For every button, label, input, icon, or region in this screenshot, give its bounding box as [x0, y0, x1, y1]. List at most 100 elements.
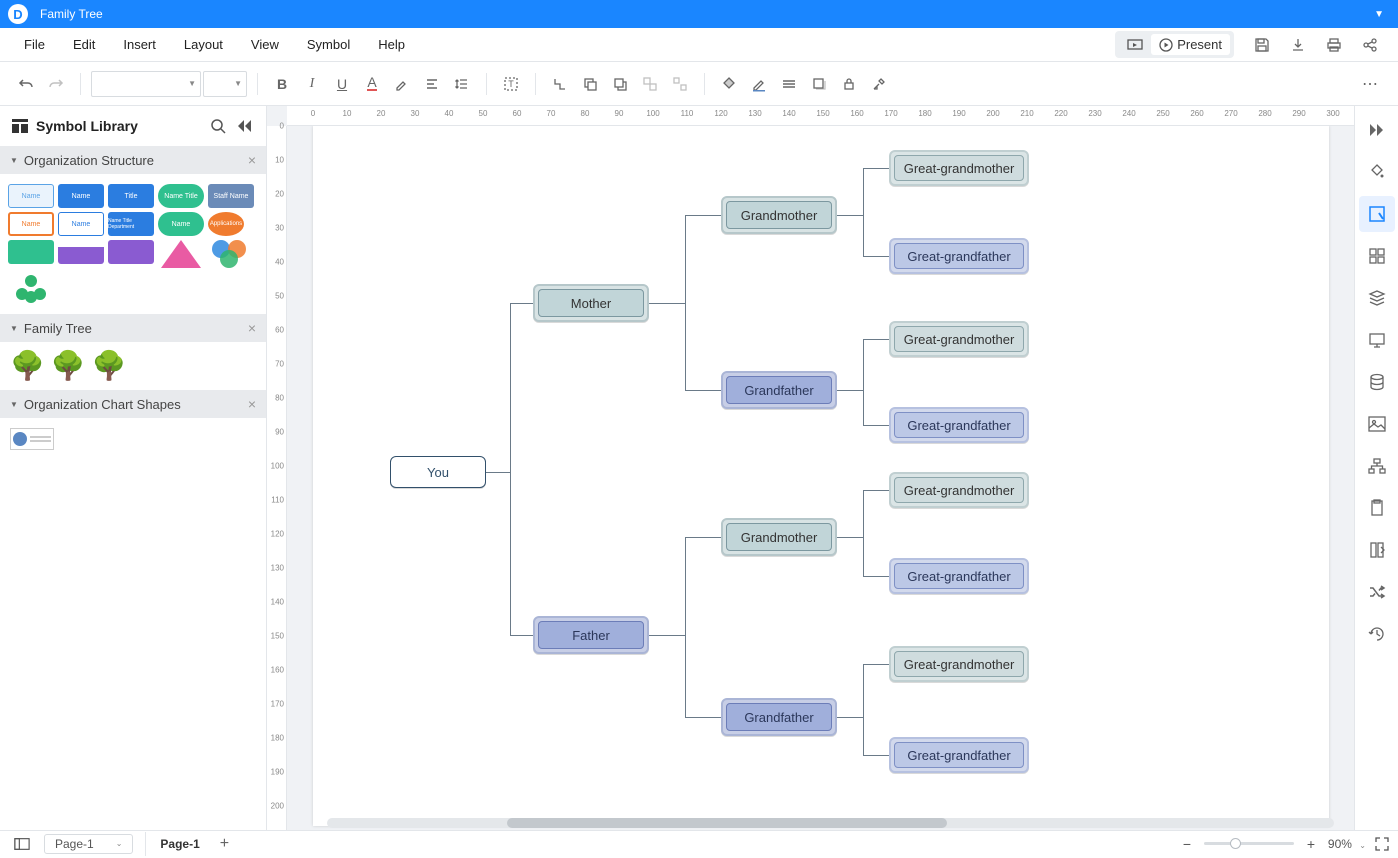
- front-button[interactable]: [576, 70, 604, 98]
- shape-thumb[interactable]: Name: [158, 212, 204, 236]
- org-chart-shape-thumb[interactable]: [10, 428, 54, 450]
- node-ggm3[interactable]: Great-grandmother: [889, 472, 1029, 508]
- text-highlight-button[interactable]: [388, 70, 416, 98]
- fill-button[interactable]: [715, 70, 743, 98]
- node-father[interactable]: Father: [533, 616, 649, 654]
- shape-thumb[interactable]: [158, 240, 204, 268]
- node-you[interactable]: You: [390, 456, 486, 488]
- node-ggf2[interactable]: Great-grandfather: [889, 407, 1029, 443]
- shape-thumb[interactable]: Title: [108, 184, 154, 208]
- line-spacing-button[interactable]: [448, 70, 476, 98]
- redo-button[interactable]: [42, 70, 70, 98]
- zoom-slider-knob[interactable]: [1230, 838, 1241, 849]
- tools-button[interactable]: [865, 70, 893, 98]
- menu-file[interactable]: File: [10, 37, 59, 52]
- underline-button[interactable]: U: [328, 70, 356, 98]
- shape-thumb[interactable]: [208, 240, 250, 268]
- shape-thumb[interactable]: Applications: [208, 212, 244, 236]
- shape-thumb[interactable]: Staff Name: [208, 184, 254, 208]
- shape-thumb[interactable]: Name: [8, 184, 54, 208]
- data-icon[interactable]: [1359, 364, 1395, 400]
- save-icon[interactable]: [1250, 33, 1274, 57]
- text-color-button[interactable]: A: [358, 70, 386, 98]
- slideshow-button[interactable]: [1119, 35, 1151, 55]
- node-ggm1[interactable]: Great-grandmother: [889, 150, 1029, 186]
- align-button[interactable]: [418, 70, 446, 98]
- zoom-slider[interactable]: [1204, 842, 1294, 845]
- add-page-button[interactable]: +: [210, 832, 239, 856]
- clipboard-icon[interactable]: [1359, 490, 1395, 526]
- print-icon[interactable]: [1322, 33, 1346, 57]
- shadow-button[interactable]: [805, 70, 833, 98]
- close-icon[interactable]: ×: [248, 320, 256, 336]
- present-button[interactable]: Present: [1151, 34, 1230, 55]
- page-select[interactable]: Page-1⌄: [44, 834, 133, 854]
- bold-button[interactable]: B: [268, 70, 296, 98]
- diagram-page[interactable]: You Mother Father Grandmother Grandfather Gra…: [313, 126, 1329, 826]
- collapse-panel-icon[interactable]: [234, 116, 254, 136]
- line-color-button[interactable]: [745, 70, 773, 98]
- connector-button[interactable]: [546, 70, 574, 98]
- tree-layout-icon[interactable]: [1359, 448, 1395, 484]
- tree-icon[interactable]: 🌳: [92, 352, 127, 380]
- zoom-in-button[interactable]: +: [1302, 836, 1320, 852]
- shuffle-icon[interactable]: [1359, 574, 1395, 610]
- layers-icon[interactable]: [1359, 280, 1395, 316]
- image-icon[interactable]: [1359, 406, 1395, 442]
- menu-help[interactable]: Help: [364, 37, 419, 52]
- presentation-icon[interactable]: [1359, 322, 1395, 358]
- tree-icon[interactable]: 🌳: [10, 352, 45, 380]
- italic-button[interactable]: I: [298, 70, 326, 98]
- shape-thumb[interactable]: Name: [58, 212, 104, 236]
- node-gm2[interactable]: Grandmother: [721, 518, 837, 556]
- shape-thumb[interactable]: [108, 240, 154, 264]
- close-icon[interactable]: ×: [248, 152, 256, 168]
- theme-icon[interactable]: [1359, 154, 1395, 190]
- share-icon[interactable]: [1358, 33, 1382, 57]
- back-button[interactable]: [606, 70, 634, 98]
- close-icon[interactable]: ×: [248, 396, 256, 412]
- more-button[interactable]: ⋯: [1356, 70, 1384, 98]
- font-size-select[interactable]: ▼: [203, 71, 247, 97]
- node-gm1[interactable]: Grandmother: [721, 196, 837, 234]
- shape-thumb[interactable]: [8, 240, 54, 264]
- node-ggf3[interactable]: Great-grandfather: [889, 558, 1029, 594]
- format-icon[interactable]: [1359, 196, 1395, 232]
- download-icon[interactable]: [1286, 33, 1310, 57]
- node-ggf1[interactable]: Great-grandfather: [889, 238, 1029, 274]
- grid-icon[interactable]: [1359, 238, 1395, 274]
- shape-thumb[interactable]: [8, 272, 54, 304]
- tree-icon[interactable]: 🌳: [51, 352, 86, 380]
- ungroup-button[interactable]: [666, 70, 694, 98]
- column-icon[interactable]: [1359, 532, 1395, 568]
- menu-layout[interactable]: Layout: [170, 37, 237, 52]
- node-ggf4[interactable]: Great-grandfather: [889, 737, 1029, 773]
- shape-thumb[interactable]: Name: [8, 212, 54, 236]
- scrollbar-thumb[interactable]: [507, 818, 947, 828]
- menu-insert[interactable]: Insert: [109, 37, 170, 52]
- shape-thumb[interactable]: Name Title: [158, 184, 204, 208]
- group-button[interactable]: [636, 70, 664, 98]
- node-gf1[interactable]: Grandfather: [721, 371, 837, 409]
- shape-thumb[interactable]: Name: [58, 184, 104, 208]
- page-tab[interactable]: Page-1: [150, 832, 209, 856]
- menu-symbol[interactable]: Symbol: [293, 37, 364, 52]
- node-gf2[interactable]: Grandfather: [721, 698, 837, 736]
- category-family-tree[interactable]: ▼Family Tree×: [0, 314, 266, 342]
- shape-thumb[interactable]: Name Title Department: [108, 212, 154, 236]
- fullscreen-icon[interactable]: [1374, 836, 1390, 852]
- category-org-chart-shapes[interactable]: ▼Organization Chart Shapes×: [0, 390, 266, 418]
- text-tool-button[interactable]: T: [497, 70, 525, 98]
- zoom-out-button[interactable]: −: [1178, 836, 1196, 852]
- search-icon[interactable]: [208, 116, 228, 136]
- menu-edit[interactable]: Edit: [59, 37, 109, 52]
- shape-thumb[interactable]: [58, 240, 104, 264]
- node-mother[interactable]: Mother: [533, 284, 649, 322]
- menu-view[interactable]: View: [237, 37, 293, 52]
- horizontal-scrollbar[interactable]: [327, 818, 1334, 828]
- category-org-structure[interactable]: ▼Organization Structure×: [0, 146, 266, 174]
- font-family-select[interactable]: ▼: [91, 71, 201, 97]
- expand-right-panel-icon[interactable]: [1359, 112, 1395, 148]
- titlebar-dropdown[interactable]: ▼: [1368, 9, 1390, 20]
- page-layout-icon[interactable]: [8, 830, 36, 858]
